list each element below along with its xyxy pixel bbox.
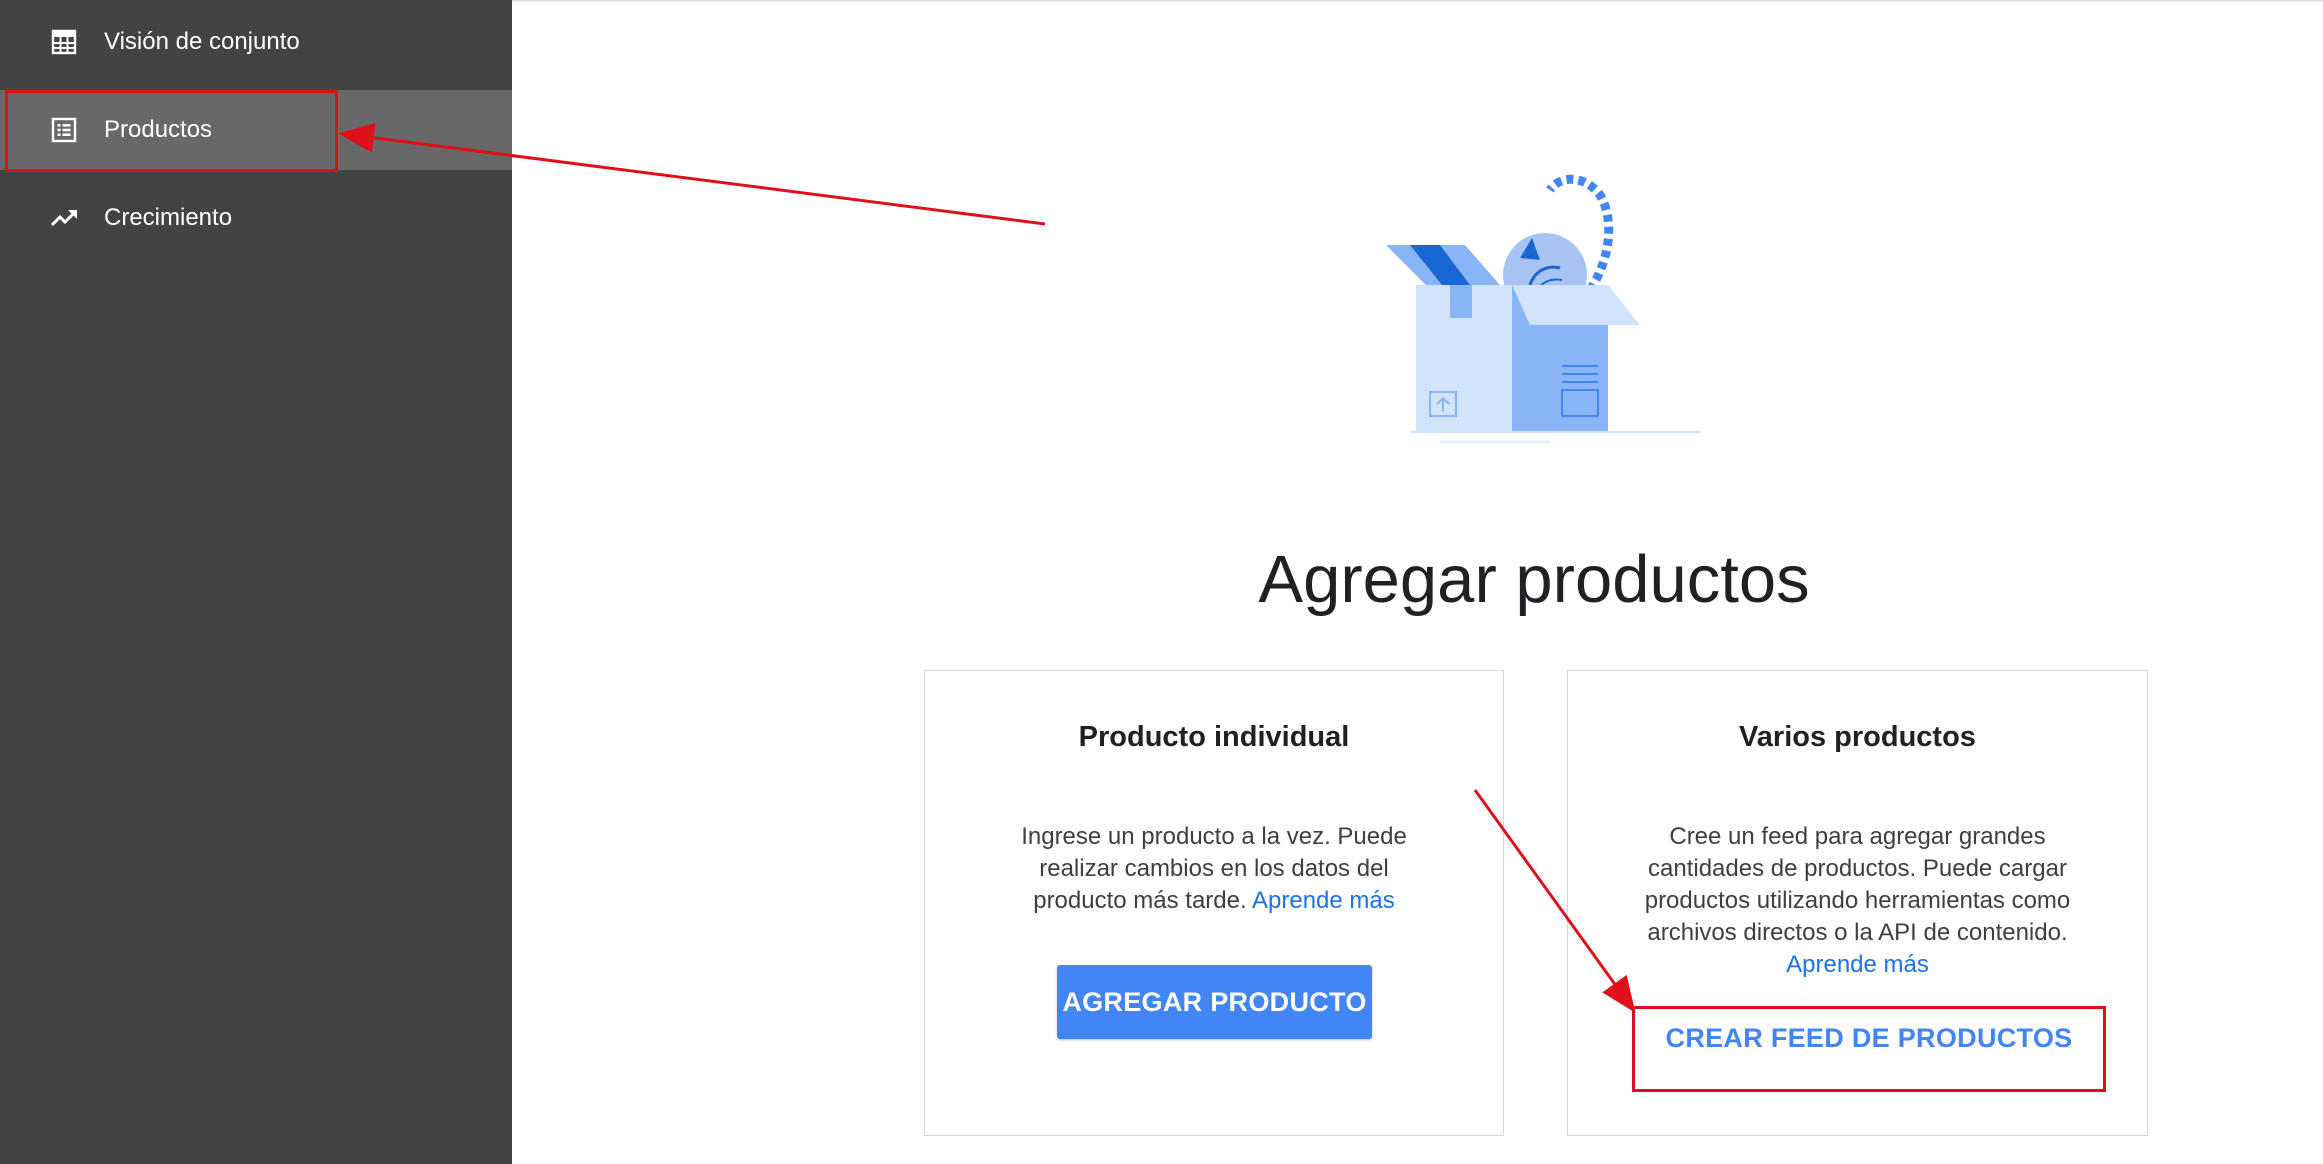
single-product-card: Producto individual Ingrese un producto …	[924, 670, 1504, 1136]
card-description: Ingrese un producto a la vez. Puede real…	[925, 821, 1503, 917]
multiple-products-card: Varios productos Cree un feed para agreg…	[1567, 670, 2148, 1136]
header-divider	[512, 0, 2323, 3]
description-text: Cree un feed para agregar grandes cantid…	[1644, 823, 2071, 946]
list-alt-icon	[49, 117, 79, 143]
learn-more-link[interactable]: Aprende más	[1786, 951, 1929, 978]
card-title: Producto individual	[1078, 721, 1350, 753]
card-title: Varios productos	[1739, 721, 1976, 753]
sidebar-item-overview[interactable]: Visión de conjunto	[0, 2, 512, 82]
sidebar-item-label: Productos	[104, 116, 213, 143]
open-box-cat-illustration	[1386, 174, 1700, 444]
calculator-grid-icon	[49, 29, 79, 55]
add-product-button[interactable]: AGREGAR PRODUCTO	[1057, 965, 1372, 1039]
sidebar-item-growth[interactable]: Crecimiento	[0, 178, 512, 258]
page-title: Agregar productos	[1258, 542, 1810, 617]
app-root: Visión de conjunto Productos Crecimiento…	[0, 0, 2323, 1164]
sidebar: Visión de conjunto Productos Crecimiento	[0, 0, 512, 1164]
trending-up-icon	[49, 205, 79, 231]
card-description: Cree un feed para agregar grandes cantid…	[1568, 821, 2147, 981]
sidebar-item-products[interactable]: Productos	[0, 90, 512, 170]
learn-more-link[interactable]: Aprende más	[1252, 887, 1395, 914]
sidebar-item-label: Crecimiento	[104, 204, 233, 231]
sidebar-item-label: Visión de conjunto	[104, 28, 300, 55]
create-product-feed-button[interactable]: CREAR FEED DE PRODUCTOS	[1634, 1009, 2104, 1067]
